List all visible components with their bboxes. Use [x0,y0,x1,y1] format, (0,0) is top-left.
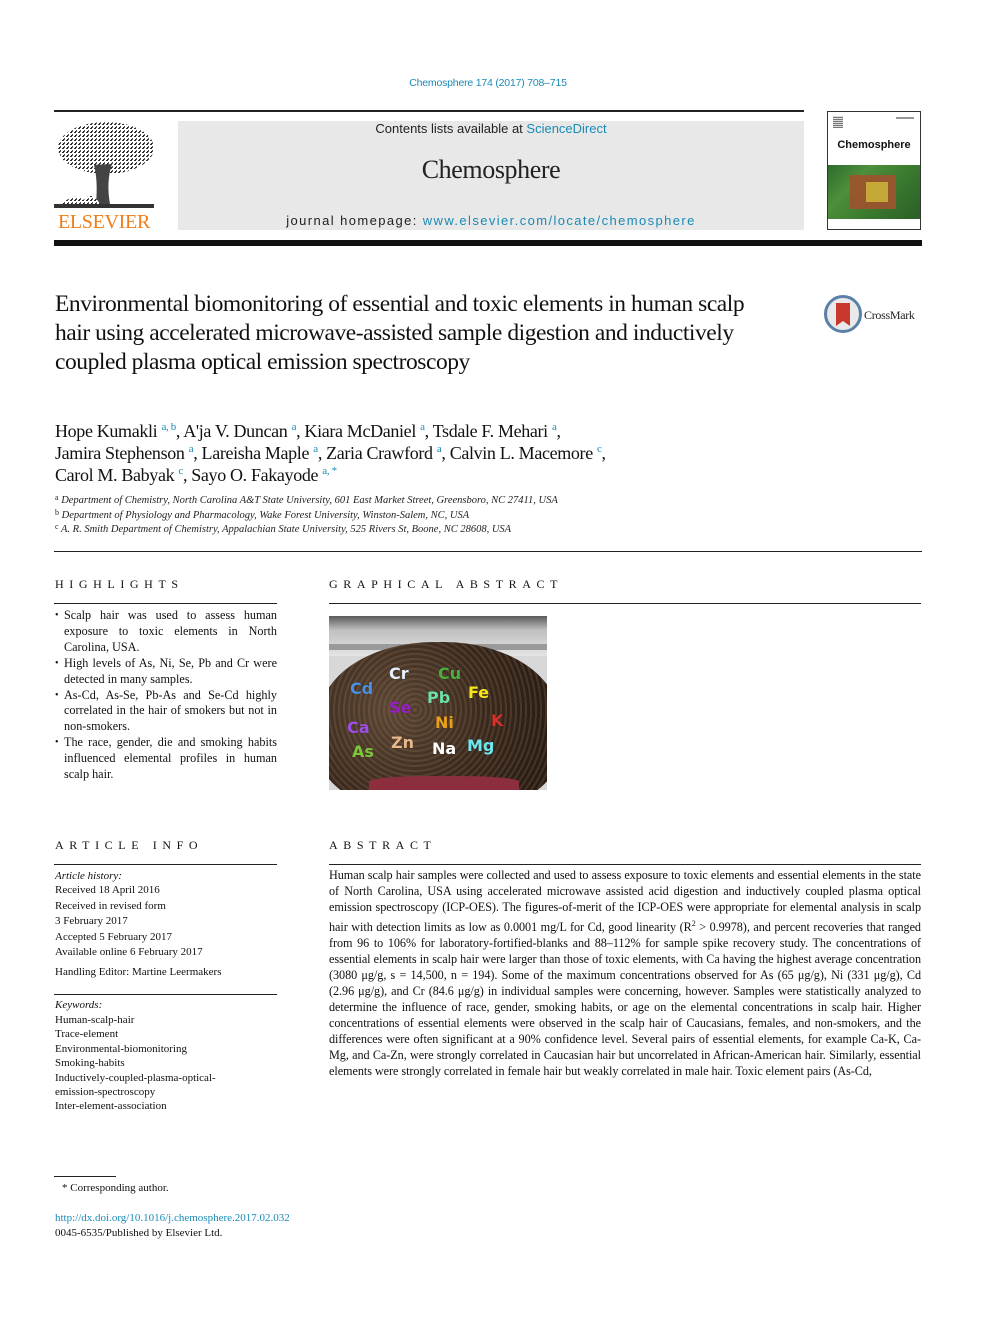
element-label-se: Se [389,698,412,717]
element-label-fe: Fe [468,683,490,702]
affiliations: a Department of Chemistry, North Carolin… [55,494,755,538]
header-top-rule [54,110,804,112]
element-label-pb: Pb [427,688,451,707]
journal-name: Chemosphere [421,155,561,184]
highlights-heading: HIGHLIGHTS [55,577,184,591]
journal-citation-link[interactable]: Chemosphere 174 (2017) 708–715 [0,77,976,89]
homepage-line: journal homepage: www.elsevier.com/locat… [178,213,804,228]
history-item: 3 February 2017 [55,915,128,927]
highlights-rule [54,603,277,604]
keyword: Inductively-coupled-plasma-optical- [55,1071,216,1084]
header-bottom-rule [54,240,922,246]
element-label-k: K [491,711,504,730]
cover-elsevier-icon [833,116,843,128]
affiliation: b Department of Physiology and Pharmacol… [55,507,470,521]
author[interactable]: Hope Kumakli a, b [55,421,176,441]
author[interactable]: Calvin L. Macemore c [450,443,602,463]
journal-homepage-link[interactable]: www.elsevier.com/locate/chemosphere [423,213,696,228]
article-history-list: Received 18 April 2016 Received in revis… [55,883,277,961]
journal-cover-thumbnail[interactable]: Chemosphere [827,111,921,230]
element-label-zn: Zn [391,733,414,752]
highlight-item: As-Cd, As-Se, Pb-As and Se-Cd highly cor… [55,688,277,736]
affiliation-mark[interactable]: a, * [322,465,337,477]
history-item: Received 18 April 2016 [55,884,160,896]
cover-title: Chemosphere [837,139,911,151]
sciencedirect-link[interactable]: ScienceDirect [526,121,606,136]
affiliation-mark[interactable]: a, b [161,421,176,433]
contents-line: Contents lists available at ScienceDirec… [178,121,804,136]
issn-publisher-line: 0045-6535/Published by Elsevier Ltd. [55,1227,223,1239]
element-label-cd: Cd [350,679,374,698]
highlights-list: Scalp hair was used to assess human expo… [55,608,277,783]
affiliation: a Department of Chemistry, North Carolin… [55,493,558,507]
graphical-abstract-rule [329,603,921,604]
keyword: Smoking-habits [55,1057,125,1070]
history-item: Received in revised form [55,899,166,912]
article-info-heading: ARTICLE INFO [55,838,204,852]
author-list: Hope Kumakli a, b, A'ja V. Duncan a, Kia… [55,421,606,485]
abstract-heading: ABSTRACT [329,838,437,852]
author[interactable]: Zaria Crawford a [326,443,442,463]
author[interactable]: Carol M. Babyak c [55,465,183,485]
keywords-rule [54,994,277,995]
author[interactable]: Sayo O. Fakayode a, * [191,465,337,485]
keyword: Trace-element [55,1028,119,1041]
highlight-item: High levels of As, Ni, Se, Pb and Cr wer… [55,656,277,688]
keywords-label: Keywords: [55,999,103,1011]
doi-link[interactable]: http://dx.doi.org/10.1016/j.chemosphere.… [55,1212,290,1224]
contents-prefix: Contents lists available at [375,121,527,136]
cover-issn-mark [896,117,914,119]
affiliation: c A. R. Smith Department of Chemistry, A… [55,522,512,536]
element-label-cu: Cu [438,664,462,683]
journal-banner: Contents lists available at ScienceDirec… [178,121,804,230]
homepage-prefix: journal homepage: [286,213,423,228]
keyword: Environmental-biomonitoring [55,1042,187,1055]
handling-editor: Handling Editor: Martine Leermakers [55,966,222,978]
affiliations-rule [54,551,922,552]
author[interactable]: Lareisha Maple a [202,443,319,463]
abstract-body: Human scalp hair samples were collected … [329,868,921,1078]
abstract-rule [329,864,921,865]
history-item: Accepted 5 February 2017 [55,930,172,943]
cover-leaf-artwork [828,165,920,219]
author[interactable]: Kiara McDaniel a [304,421,425,441]
article-title: Environmental biomonitoring of essential… [55,291,745,375]
keywords-list: Human-scalp-hair Trace-element Environme… [55,1013,277,1114]
elsevier-tree-icon [54,122,154,208]
author[interactable]: Tsdale F. Mehari a [433,421,557,441]
crossmark-icon [824,295,862,333]
keyword: Human-scalp-hair [55,1014,135,1026]
element-label-ni: Ni [435,713,454,732]
article-history-label: Article history: [55,870,122,882]
author[interactable]: Jamira Stephenson a [55,443,194,463]
element-label-as: As [352,742,374,761]
crossmark-label: CrossMark [864,308,915,322]
footnote-rule [54,1176,116,1177]
element-label-na: Na [432,739,457,758]
author[interactable]: A'ja V. Duncan a [183,421,296,441]
highlight-item: The race, gender, die and smoking habits… [55,735,277,783]
graphical-abstract-heading: GRAPHICAL ABSTRACT [329,577,564,591]
corresponding-author-note: * Corresponding author. [62,1182,169,1194]
graphical-abstract-image[interactable]: Cr Cu Cd Fe Pb Se Ni K Ca Zn Mg Na As [329,616,547,790]
element-label-mg: Mg [467,736,495,755]
keyword: Inter-element-association [55,1100,167,1113]
article-info-rule [54,864,277,865]
elsevier-wordmark: ELSEVIER [57,211,151,233]
elsevier-logo[interactable]: ELSEVIER [54,118,154,234]
history-item: Available online 6 February 2017 [55,946,203,958]
element-label-cr: Cr [389,664,409,683]
keyword: emission-spectroscopy [55,1086,156,1099]
element-label-ca: Ca [347,718,370,737]
crossmark-button[interactable]: CrossMark [824,295,934,335]
highlight-item: Scalp hair was used to assess human expo… [55,608,277,656]
